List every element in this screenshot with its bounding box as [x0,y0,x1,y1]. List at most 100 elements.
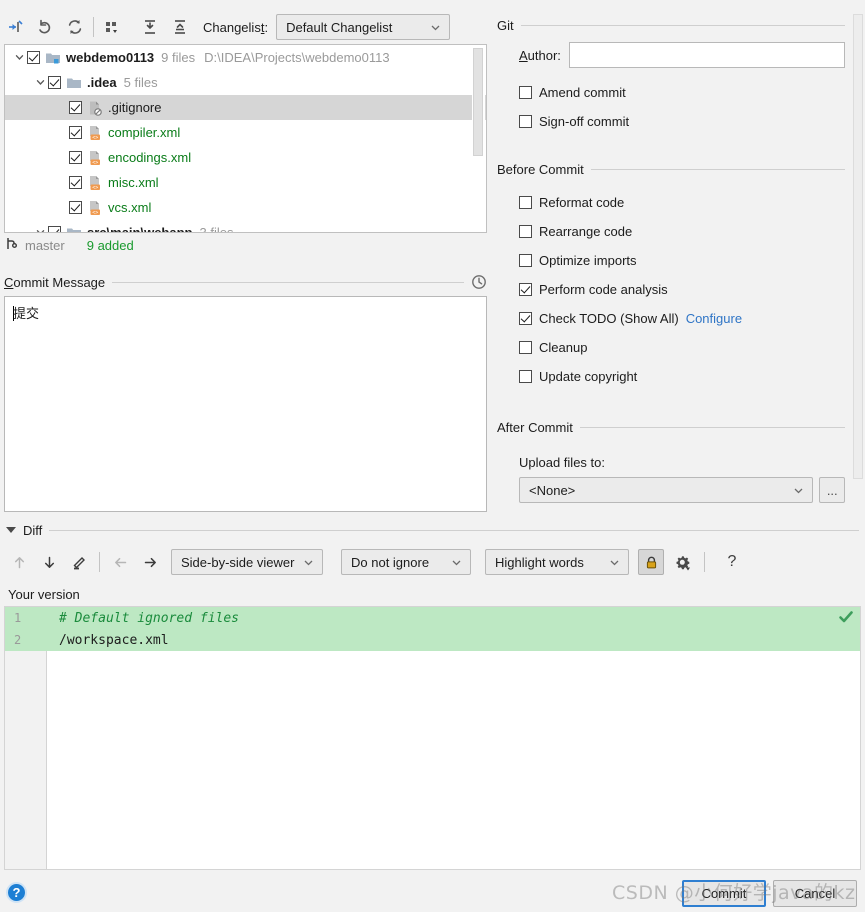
checkbox[interactable] [519,312,532,325]
annotate-icon[interactable] [64,547,94,577]
browse-button[interactable]: ... [819,477,845,503]
collapse-triangle-icon[interactable] [6,527,16,533]
revert-change-left-icon[interactable] [105,547,135,577]
ignore-mode-select[interactable]: Do not ignore [341,549,471,575]
option-checkbox-row[interactable]: Update copyright [519,362,845,391]
dialog-buttons: Commit Cancel [682,880,857,907]
diff-panel: Diff Side-by-side viewer Do not ignore H… [0,513,865,875]
dialog-bottom-bar: ? Commit Cancel [0,875,865,912]
option-checkbox-row[interactable]: Cleanup [519,333,845,362]
highlight-mode-select[interactable]: Highlight words [485,549,629,575]
option-checkbox-row[interactable]: Reformat code [519,188,845,217]
upload-target-select[interactable]: <None> [519,477,814,503]
toolbar-divider [93,17,94,37]
expand-all-icon[interactable] [135,12,165,42]
commit-button[interactable]: Commit [682,880,766,907]
group-by-icon[interactable] [97,12,127,42]
options-scrollbar[interactable] [852,12,865,508]
options-scrollbar-thumb[interactable] [853,14,863,479]
chevron-down-icon [606,557,622,568]
apply-change-right-icon[interactable] [135,547,165,577]
commit-message-title-mnemonic: C [4,274,14,290]
gear-icon[interactable] [668,548,696,576]
option-checkbox-row[interactable]: Sign-off commit [519,107,845,136]
help-question-icon[interactable]: ? [719,549,745,575]
changed-files-tree[interactable]: webdemo0113 9 files D:\IDEA\Projects\webde… [4,44,487,233]
next-difference-icon[interactable] [34,547,64,577]
option-checkbox-row[interactable]: Perform code analysis [519,275,845,304]
tree-scrollbar[interactable] [472,46,485,232]
checkbox[interactable] [48,226,61,232]
viewer-mode-value: Side-by-side viewer [181,554,295,570]
checkbox[interactable] [519,254,532,267]
toolbar-divider [704,552,705,572]
checkbox[interactable] [519,225,532,238]
collapse-all-icon[interactable] [165,12,195,42]
tree-row[interactable]: .gitignore [5,95,486,120]
checkbox[interactable] [519,370,532,383]
checkbox[interactable] [519,283,532,296]
tree-row[interactable]: .idea 5 files [5,70,486,95]
tree-row[interactable]: src\main\webapp 3 files [5,220,486,233]
checkbox[interactable] [27,51,40,64]
diff-editor[interactable]: 1 # Default ignored files 2/workspace.xml [4,606,861,870]
viewer-mode-select[interactable]: Side-by-side viewer [171,549,323,575]
help-question-icon[interactable]: ? [6,882,27,903]
changelist-value: Default Changelist [286,19,393,35]
checkbox[interactable] [69,201,82,214]
accept-change-checkmark-icon[interactable] [838,609,854,625]
diff-line-text: # Default ignored files [59,610,240,626]
checkbox[interactable] [69,151,82,164]
option-checkbox-row[interactable]: Optimize imports [519,246,845,275]
tree-row-name: .idea [87,75,117,90]
option-checkbox-row[interactable]: Amend commit [519,78,845,107]
checkbox[interactable] [69,126,82,139]
tree-expand-toggle-icon[interactable] [11,50,27,66]
revert-icon[interactable] [30,12,60,42]
tree-expand-toggle-icon[interactable] [32,225,48,232]
changes-toolbar: Changelist: Default Changelist [0,8,490,46]
checkbox[interactable] [519,341,532,354]
checkbox[interactable] [519,115,532,128]
tree-row[interactable]: <> vcs.xml [5,195,486,220]
diff-section-header[interactable]: Diff [6,521,859,539]
refresh-icon[interactable] [60,12,90,42]
svg-text:<>: <> [92,210,98,216]
chevron-down-icon [790,485,806,496]
option-label: Rearrange code [539,224,633,239]
commit-message-input[interactable]: 提交 [4,296,487,512]
diff-line-number: 1 [5,611,47,625]
checkbox[interactable] [519,196,532,209]
chevron-down-icon [427,22,443,33]
clock-history-icon[interactable] [471,274,487,290]
tree-row[interactable]: webdemo0113 9 files D:\IDEA\Projects\webde… [5,45,486,70]
option-checkbox-row[interactable]: Check TODO (Show All) Configure [519,304,845,333]
option-checkbox-row[interactable]: Rearrange code [519,217,845,246]
option-label: Perform code analysis [539,282,668,297]
previous-difference-icon[interactable] [4,547,34,577]
commit-message-header: Commit Message [4,274,487,292]
checkbox[interactable] [69,101,82,114]
cancel-button[interactable]: Cancel [773,880,857,907]
commit-message-text: 提交 [5,297,486,328]
tree-row-name: .gitignore [108,100,162,115]
tree-scrollbar-thumb[interactable] [473,48,483,156]
tree-row[interactable]: <> misc.xml [5,170,486,195]
tree-expand-toggle-icon[interactable] [32,75,48,91]
checkbox[interactable] [519,86,532,99]
move-to-changelist-icon[interactable] [0,12,30,42]
checkbox[interactable] [48,76,61,89]
configure-link[interactable]: Configure [686,311,742,326]
read-only-lock-icon[interactable] [638,549,664,575]
author-field[interactable] [568,42,845,68]
tree-row[interactable]: <> encodings.xml [5,145,486,170]
upload-label-row: Upload files to: [497,455,845,470]
changelist-select[interactable]: Default Changelist [276,14,451,40]
tree-row-file-count: 9 files [161,50,196,65]
tree-row[interactable]: <> compiler.xml [5,120,486,145]
xml-file-icon: <> [87,200,103,216]
upload-target-row: <None> ... [497,477,845,503]
checkbox[interactable] [69,176,82,189]
tree-row-name: src\main\webapp [87,225,193,233]
